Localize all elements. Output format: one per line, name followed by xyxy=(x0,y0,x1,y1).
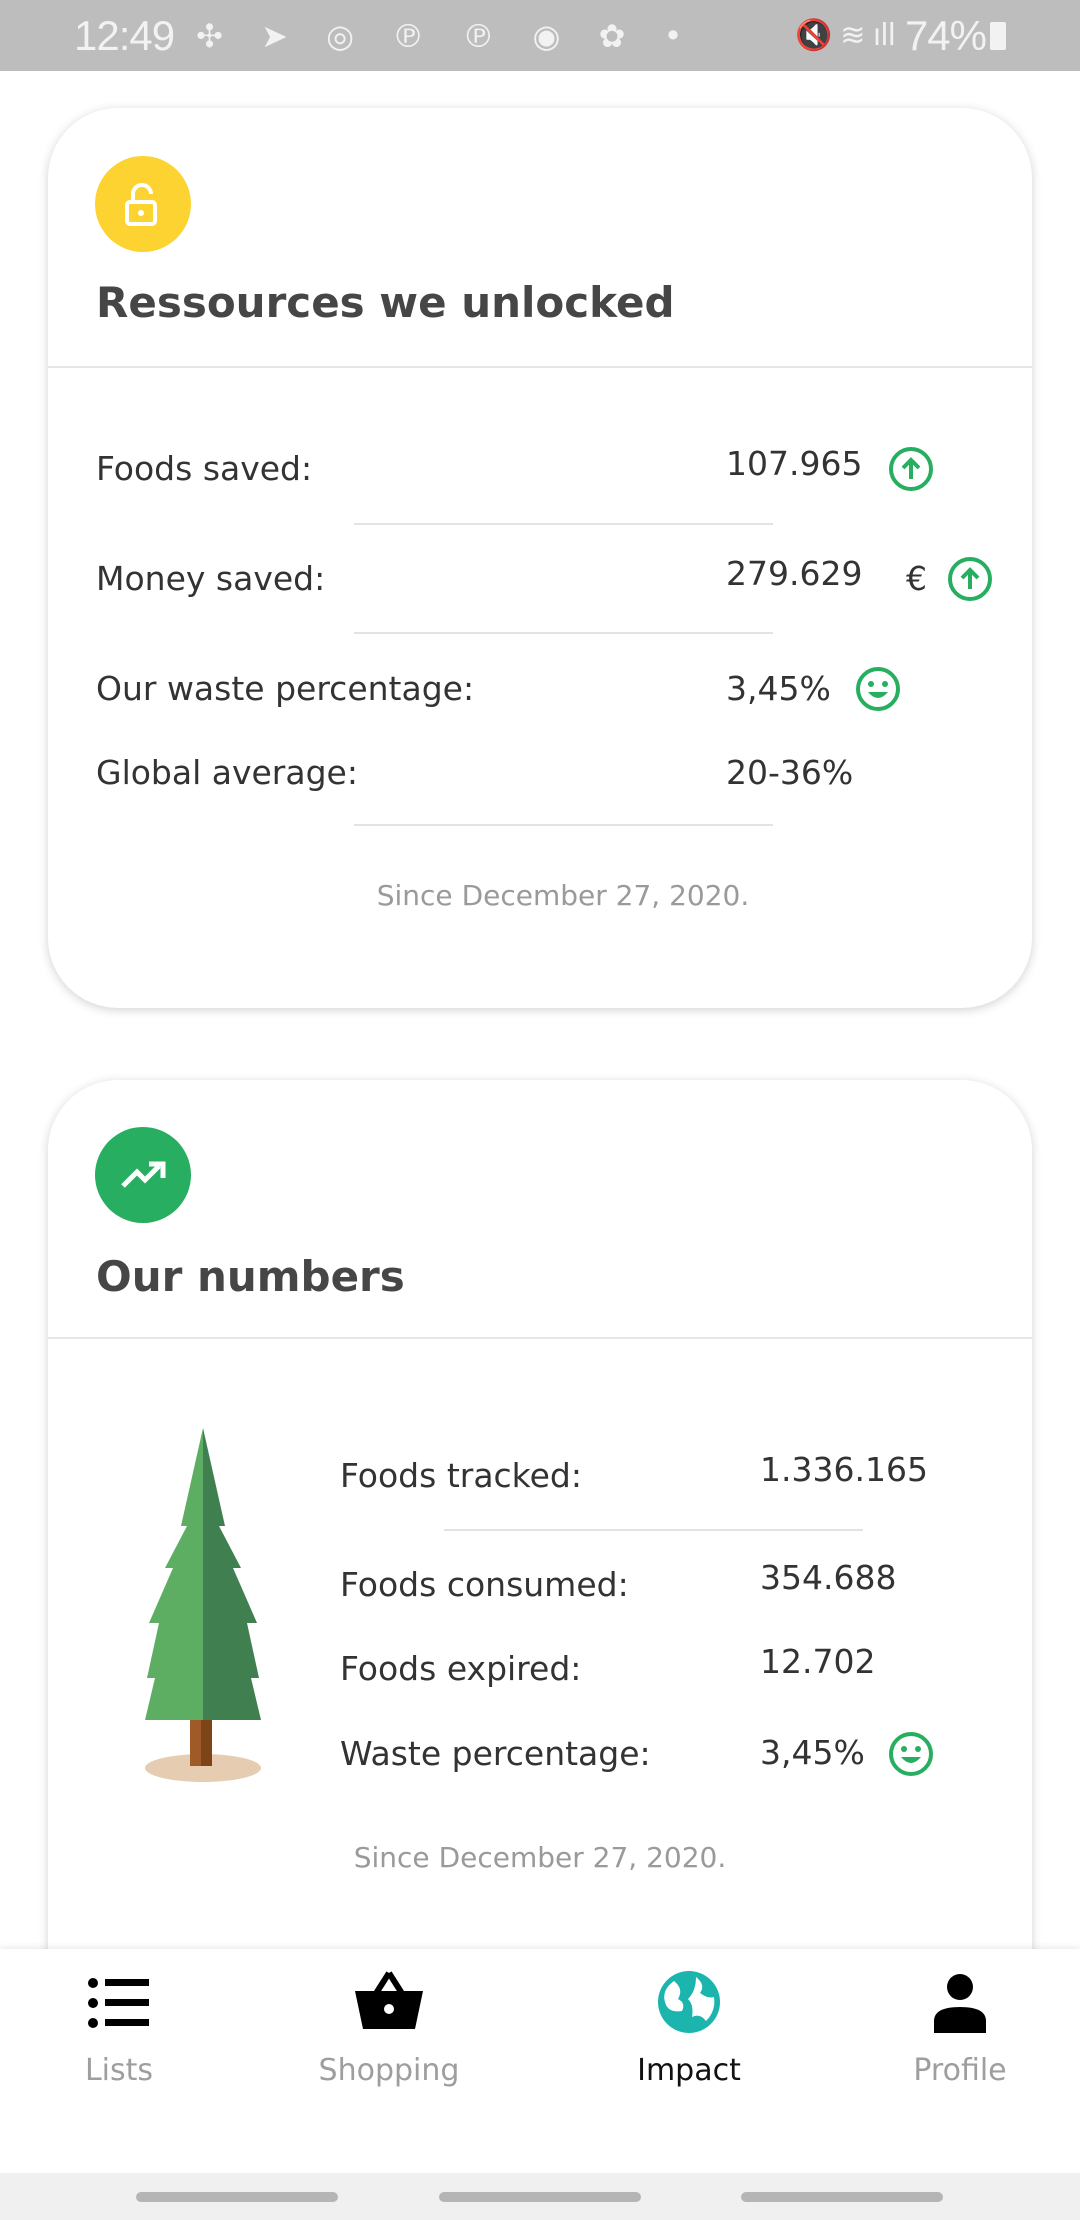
divider xyxy=(48,366,1032,368)
foods-tracked-label: Foods tracked: xyxy=(340,1456,582,1495)
tab-profile[interactable]: Profile xyxy=(825,1949,1080,2173)
basket-icon xyxy=(355,1971,423,2029)
since-date: Since December 27, 2020. xyxy=(353,1841,727,1874)
tab-label: Lists xyxy=(84,2053,154,2088)
waste-percentage-value: 3,45% xyxy=(760,1733,865,1772)
home-handle[interactable] xyxy=(439,2192,641,2202)
waste-percentage-value: 3,45% xyxy=(726,669,831,708)
currency-symbol: € xyxy=(906,559,927,598)
bottom-navigation: Lists Shopping Impact Profile xyxy=(0,1949,1080,2173)
separator xyxy=(444,1529,863,1531)
person-icon xyxy=(934,1974,986,2033)
back-handle[interactable] xyxy=(741,2192,943,2202)
resources-card: Ressources we unlocked Foods saved: 107.… xyxy=(48,108,1032,1008)
gesture-bar xyxy=(0,2173,1080,2220)
tab-label: Impact xyxy=(637,2053,741,2088)
tab-shopping[interactable]: Shopping xyxy=(254,1949,524,2173)
smiley-icon xyxy=(889,1732,933,1776)
divider xyxy=(48,1337,1032,1339)
foods-consumed-label: Foods consumed: xyxy=(340,1565,629,1604)
arrow-up-circle-icon xyxy=(948,557,992,601)
waste-percentage-label: Waste percentage: xyxy=(340,1734,651,1773)
money-saved-label: Money saved: xyxy=(96,559,326,598)
foods-expired-label: Foods expired: xyxy=(340,1649,582,1688)
unlock-icon xyxy=(95,156,191,252)
battery-level: 74% xyxy=(904,11,987,59)
tree-illustration xyxy=(145,1428,261,1782)
smiley-icon xyxy=(856,667,900,711)
foods-consumed-value: 354.688 xyxy=(760,1558,897,1597)
signal-icons: 🔇 ≋ ıll xyxy=(795,18,896,53)
global-average-value: 20-36% xyxy=(726,753,854,792)
list-icon xyxy=(88,1978,149,2028)
tab-lists[interactable]: Lists xyxy=(0,1949,254,2173)
separator xyxy=(354,523,773,525)
arrow-up-circle-icon xyxy=(889,447,933,491)
tab-label: Profile xyxy=(913,2053,1007,2088)
foods-saved-label: Foods saved: xyxy=(96,449,313,488)
notification-icons: ✣ ➤ ◎ ℗ ℗ ◉ ✿ • xyxy=(196,16,697,55)
numbers-card: Our numbers Foods tracked: 1.336.165 Foo… xyxy=(48,1080,1032,2080)
globe-icon xyxy=(658,1971,720,2033)
since-date: Since December 27, 2020. xyxy=(376,879,750,912)
card-title: Ressources we unlocked xyxy=(96,278,675,327)
status-time: 12:49 xyxy=(74,11,175,59)
trending-up-icon xyxy=(95,1127,191,1223)
tab-label: Shopping xyxy=(318,2053,460,2088)
waste-percentage-label: Our waste percentage: xyxy=(96,669,475,708)
foods-saved-value: 107.965 xyxy=(726,444,863,483)
foods-tracked-value: 1.336.165 xyxy=(760,1450,928,1489)
foods-expired-value: 12.702 xyxy=(760,1642,876,1681)
tab-impact[interactable]: Impact xyxy=(554,1949,824,2173)
global-average-label: Global average: xyxy=(96,753,358,792)
status-bar: 12:49 ✣ ➤ ◎ ℗ ℗ ◉ ✿ • 🔇 ≋ ıll 74% xyxy=(0,0,1080,71)
battery-icon xyxy=(990,21,1006,50)
separator xyxy=(354,824,773,826)
money-saved-value: 279.629 xyxy=(726,554,863,593)
separator xyxy=(354,632,773,634)
card-title: Our numbers xyxy=(96,1252,405,1301)
recent-apps-handle[interactable] xyxy=(136,2192,338,2202)
